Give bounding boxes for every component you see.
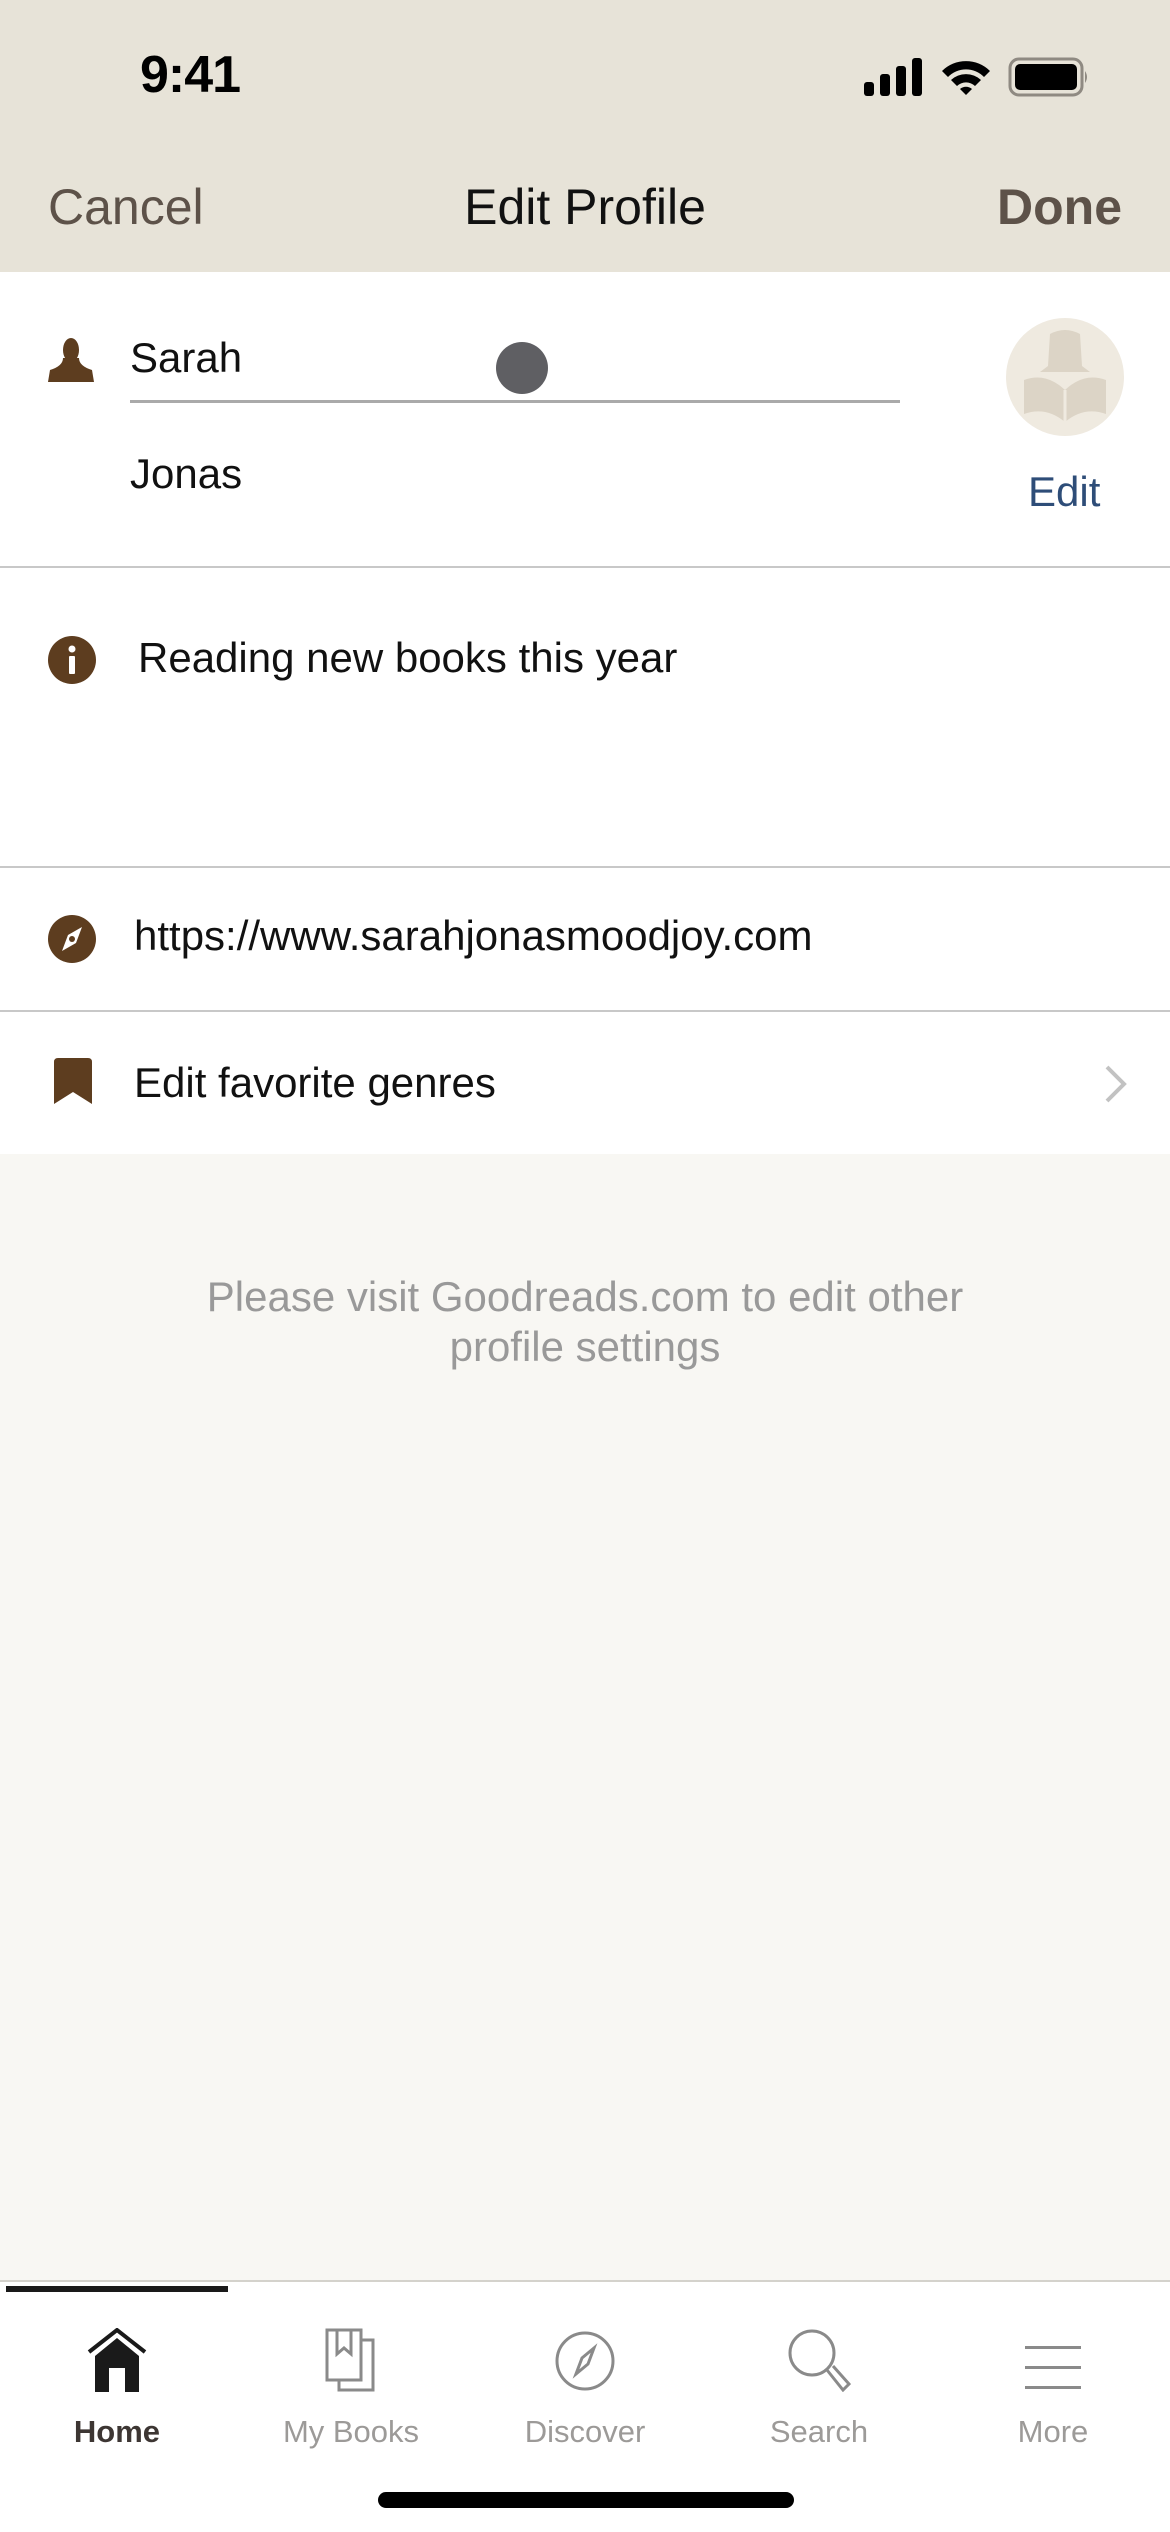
about-section: Reading new books this year — [0, 568, 1170, 866]
about-input[interactable]: Reading new books this year — [138, 634, 677, 682]
first-name-underline — [130, 400, 900, 403]
status-icons — [864, 57, 1090, 97]
edit-genres-row[interactable]: Edit favorite genres — [0, 1012, 1170, 1154]
header: 9:41 Cancel Edit Profile Done — [0, 0, 1170, 272]
first-name-input[interactable]: Sarah — [130, 334, 242, 382]
home-indicator[interactable] — [378, 2492, 794, 2508]
footer-note: Please visit Goodreads.com to edit other… — [0, 1272, 1170, 1372]
status-time: 9:41 — [140, 46, 241, 104]
footer-note-line1: Please visit Goodreads.com to edit other — [206, 1273, 964, 1320]
my-books-icon — [325, 2328, 375, 2392]
last-name-input[interactable]: Jonas — [130, 450, 242, 498]
battery-icon — [1008, 57, 1087, 97]
reader-placeholder-icon — [1024, 330, 1106, 422]
menu-icon — [1025, 2346, 1081, 2389]
bookmark-icon — [54, 1058, 92, 1104]
done-button[interactable]: Done — [997, 178, 1122, 236]
cancel-button[interactable]: Cancel — [48, 178, 204, 236]
chevron-right-icon — [1105, 1065, 1127, 1103]
edit-avatar-button[interactable]: Edit — [1028, 468, 1100, 516]
footer-note-line2: profile settings — [449, 1323, 721, 1370]
wifi-icon — [942, 61, 990, 95]
compass-icon — [555, 2331, 615, 2391]
tab-home[interactable]: Home — [0, 2306, 234, 2456]
person-icon — [48, 338, 94, 382]
tab-my-books[interactable]: My Books — [234, 2306, 468, 2456]
compass-icon — [48, 915, 96, 963]
home-icon — [87, 2328, 147, 2392]
tab-discover[interactable]: Discover — [468, 2306, 702, 2456]
avatar[interactable] — [1006, 318, 1124, 436]
search-icon — [788, 2329, 851, 2392]
tab-more-label: More — [1017, 2414, 1089, 2449]
tab-more[interactable]: More — [936, 2306, 1170, 2456]
info-icon — [48, 636, 96, 684]
active-tab-indicator — [6, 2286, 228, 2292]
cellular-signal-icon — [864, 58, 922, 96]
page-title: Edit Profile — [464, 179, 706, 235]
website-section: https://www.sarahjonasmoodjoy.com — [0, 868, 1170, 1010]
edit-genres-label: Edit favorite genres — [134, 1059, 496, 1106]
tab-search-label: Search — [769, 2414, 869, 2449]
tab-search[interactable]: Search — [702, 2306, 936, 2456]
name-section: Sarah Jonas Edit — [0, 272, 1170, 567]
tab-my-books-label: My Books — [282, 2414, 420, 2449]
tab-home-label: Home — [73, 2414, 161, 2449]
tab-discover-label: Discover — [524, 2414, 646, 2449]
website-input[interactable]: https://www.sarahjonasmoodjoy.com — [134, 912, 813, 960]
text-cursor-handle[interactable] — [496, 342, 548, 394]
